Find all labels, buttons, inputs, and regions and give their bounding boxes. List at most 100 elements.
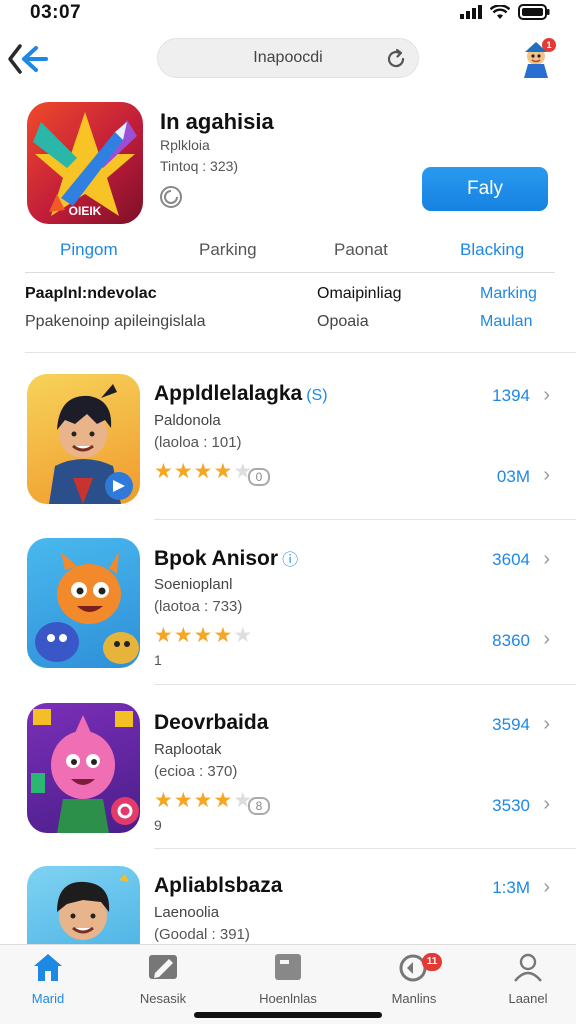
featured-app-icon[interactable]: OIEIK: [27, 102, 143, 224]
app-size-primary: 3604: [492, 550, 530, 569]
info-primary-middle: Omaipinliag: [317, 285, 402, 302]
app-size-secondary: 3530: [492, 796, 530, 815]
app-icon: [27, 374, 140, 504]
app-developer: Paldonola: [154, 412, 221, 429]
edit-icon: [149, 955, 177, 979]
star-filled-icon: ★: [173, 789, 193, 812]
star-filled-icon: ★: [193, 624, 213, 647]
home-indicator[interactable]: [194, 1012, 382, 1018]
app-name: Deovrbaida: [154, 711, 269, 734]
star-rating: ★ ★ ★ ★ ★: [154, 790, 252, 812]
star-filled-icon: ★: [154, 789, 173, 812]
app-developer: Raplootak: [154, 741, 222, 758]
star-rating: ★ ★ ★ ★ ★: [154, 625, 252, 647]
chevron-right-icon[interactable]: ›: [543, 793, 550, 816]
tab-updates[interactable]: 11 Manlins: [369, 951, 459, 1006]
star-rating: ★ ★ ★ ★ ★: [154, 461, 252, 483]
row-divider: [154, 519, 576, 520]
tabs-divider: [25, 272, 555, 273]
list-item[interactable]: Appldlelalagka (S) Paldonola (laoloa : 10…: [0, 374, 576, 539]
app-name: Appldlelalagka (S): [154, 382, 328, 405]
info-row-secondary: Ppakenoinp apileingislala Opoaia Maulan: [0, 313, 576, 339]
app-size-primary: 1:3M: [492, 878, 530, 897]
app-meta: (laotoa : 733): [154, 598, 243, 615]
battery-icon: [518, 4, 550, 20]
tab-home-label: Marid: [31, 991, 65, 1006]
info-secondary-right[interactable]: Maulan: [480, 313, 532, 331]
list-item[interactable]: Apliablsbaza Laenoolia (Goodal : 391) ★★…: [0, 866, 576, 944]
app-developer: Laenoolia: [154, 904, 220, 921]
app-name: Bpok Anisor ⓘ: [154, 547, 299, 570]
app-developer: Soenioplanl: [154, 576, 233, 593]
info-row-primary: Paaplnl:ndevolac Omaipinliag Marking: [0, 285, 576, 311]
profile-icon: [514, 953, 542, 982]
chevron-right-icon[interactable]: ›: [543, 628, 550, 651]
featured-app-icon-caption: OIEIK: [68, 204, 102, 218]
info-secondary-middle: Opoaia: [317, 313, 369, 330]
app-name: Apliablsbaza: [154, 874, 283, 897]
refresh-icon[interactable]: [384, 47, 408, 71]
tab-parking[interactable]: Parking: [199, 240, 257, 260]
app-review-count: 1: [154, 652, 162, 668]
star-filled-icon: ★: [213, 460, 233, 483]
pink-monster-icon: [31, 709, 139, 833]
status-bar: 03:07: [0, 0, 576, 28]
app-icon: [27, 703, 140, 833]
info-primary-right[interactable]: Marking: [480, 285, 537, 303]
app-size-secondary: 8360: [492, 631, 530, 650]
app-icon: [27, 866, 140, 944]
back-arrow-icon: [8, 44, 48, 74]
star-filled-icon: ★: [213, 624, 233, 647]
library-icon: [275, 954, 301, 980]
nav-bar: Inapoocdi 1: [0, 36, 576, 82]
star-filled-icon: ★: [173, 624, 193, 647]
age-rating-icon: [160, 186, 182, 208]
home-icon: [34, 954, 62, 981]
chevron-right-icon[interactable]: ›: [543, 713, 550, 736]
row-divider: [154, 684, 576, 685]
tab-pingom[interactable]: Pingom: [60, 240, 118, 260]
app-meta: (ecioa : 370): [154, 763, 238, 780]
featured-app-meta: Tintoq : 323): [160, 158, 239, 174]
chevron-right-icon[interactable]: ›: [543, 384, 550, 407]
star-filled-icon: ★: [154, 624, 173, 647]
tab-home[interactable]: Marid: [3, 951, 93, 1006]
star-filled-icon: ★: [193, 460, 213, 483]
account-avatar-button[interactable]: 1: [516, 38, 558, 80]
status-icons: [460, 4, 550, 20]
chevron-right-icon[interactable]: ›: [543, 548, 550, 571]
list-item[interactable]: Bpok Anisor ⓘ Soenioplanl (laotoa : 733) …: [0, 538, 576, 703]
tab-library[interactable]: Hoenlnlas: [243, 951, 333, 1006]
tab-profile[interactable]: Laanel: [483, 951, 573, 1006]
chevron-right-icon[interactable]: ›: [543, 876, 550, 899]
signal-icon: [460, 5, 482, 19]
updates-badge: 11: [422, 953, 442, 971]
app-size-secondary: 03M: [496, 467, 530, 486]
search-text: Inapoocdi: [253, 49, 323, 66]
search-input[interactable]: Inapoocdi: [157, 38, 419, 78]
app-size-primary: 1394: [492, 386, 530, 405]
app-extra-icon: 8: [248, 797, 270, 815]
back-button[interactable]: [6, 40, 50, 78]
wifi-icon: [490, 4, 510, 19]
tab-edit[interactable]: Nesasik: [118, 951, 208, 1006]
featured-app-title: In agahisia: [160, 109, 274, 134]
app-meta: (Goodal : 391): [154, 926, 250, 943]
play-button[interactable]: Faly: [422, 167, 548, 211]
info-primary-left: Paaplnl:ndevolac: [25, 285, 157, 302]
status-time: 03:07: [30, 2, 82, 23]
tab-paonat[interactable]: Paonat: [334, 240, 388, 260]
info-secondary-left: Ppakenoinp apileingislala: [25, 313, 206, 330]
row-divider: [154, 848, 576, 849]
tab-edit-label: Nesasik: [139, 991, 187, 1006]
featured-app-developer: Rplkloia: [160, 137, 210, 153]
chevron-right-icon[interactable]: ›: [543, 464, 550, 487]
tab-updates-label: Manlins: [391, 991, 437, 1006]
tab-blacking[interactable]: Blacking: [460, 240, 524, 260]
star-empty-icon: ★: [233, 624, 253, 647]
character-portrait-icon: [57, 874, 129, 940]
app-review-count: 9: [154, 817, 162, 833]
app-extra-icon: 0: [248, 468, 270, 486]
list-item[interactable]: Deovrbaida Raplootak (ecioa : 370) ★ ★ ★ ★ ★…: [0, 703, 576, 868]
monster-characters-icon: [35, 552, 139, 664]
